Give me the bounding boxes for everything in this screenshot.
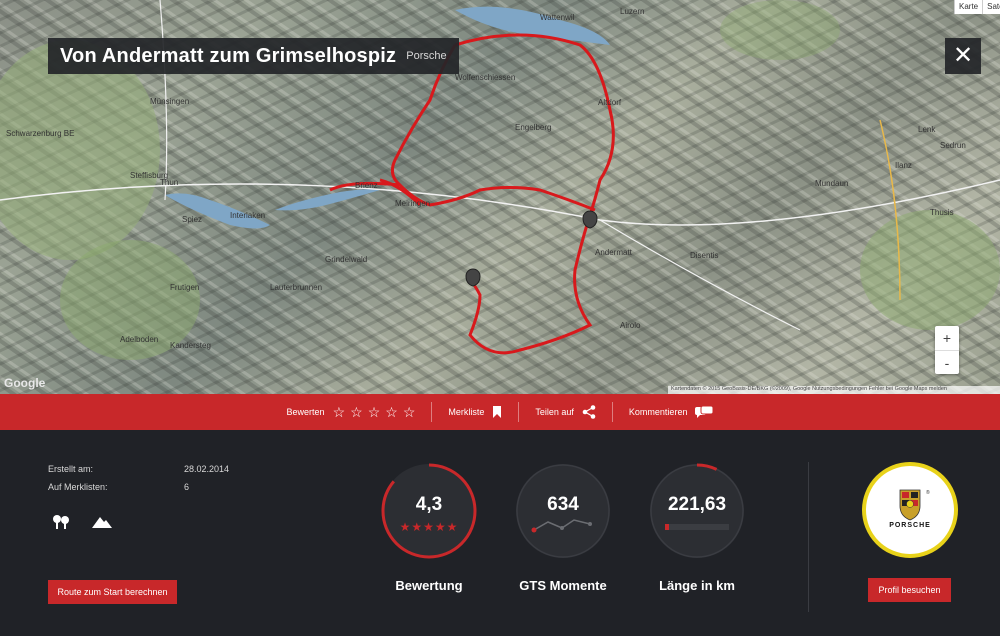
place-label: Kandersteg	[170, 341, 211, 350]
svg-text:®: ®	[926, 489, 930, 496]
place-label: Münsingen	[150, 97, 189, 106]
place-label: Andermatt	[595, 248, 633, 257]
moments-stat: 634 GTS Momente	[514, 462, 612, 593]
route-title-box: Von Andermatt zum Grimselhospiz Porsche	[48, 38, 459, 74]
place-label: Airolo	[620, 321, 641, 330]
rating-label: Bewertung	[395, 578, 463, 593]
google-logo: Google	[4, 376, 46, 390]
bookmark-label: Merkliste	[448, 407, 485, 417]
rating-stars: ★★★★★	[399, 520, 459, 534]
star-icon[interactable]: ☆	[333, 404, 346, 421]
rating-stat: 4,3 ★★★★★ Bewertung	[380, 462, 478, 593]
route-to-start-button[interactable]: Route zum Start berechnen	[48, 580, 177, 604]
place-label: Lauterbrunnen	[270, 283, 322, 292]
length-ring: 221,63	[648, 462, 746, 560]
created-row: Erstellt am: 28.02.2014	[48, 464, 229, 474]
forest-icon	[53, 515, 69, 529]
place-label: Interlaken	[230, 211, 265, 220]
map-type-satellite[interactable]: Satel	[982, 0, 1000, 14]
place-label: Altdorf	[598, 98, 622, 107]
map-attribution[interactable]: Kartendaten © 2015 GeoBasis-DE/BKG (©200…	[668, 386, 1000, 394]
route-type-icons	[52, 514, 112, 530]
route-owner[interactable]: Porsche	[406, 50, 446, 62]
route-title: Von Andermatt zum Grimselhospiz	[60, 44, 397, 67]
place-label: Thusis	[930, 208, 954, 217]
rate-action[interactable]: Bewerten ☆ ☆ ☆ ☆ ☆	[271, 402, 432, 422]
star-icon[interactable]: ☆	[385, 404, 398, 421]
place-label: Sedrun	[940, 141, 966, 150]
place-label: Steffisburg	[130, 171, 168, 180]
bookmarks-value: 6	[184, 482, 190, 492]
place-label: Spiez	[182, 215, 202, 224]
comment-icon	[695, 405, 714, 418]
zoom-control: + -	[935, 326, 959, 374]
place-label: Luzern	[620, 7, 644, 16]
place-label: Lenk	[918, 125, 936, 134]
rate-stars[interactable]: ☆ ☆ ☆ ☆ ☆	[333, 404, 416, 421]
zoom-out-button[interactable]: -	[935, 350, 959, 374]
place-label: Mundaun	[815, 179, 848, 188]
place-label: Engelberg	[515, 123, 551, 132]
porsche-crest-icon: ®	[899, 489, 930, 521]
created-label: Erstellt am:	[48, 464, 94, 474]
share-label: Teilen auf	[535, 407, 574, 417]
created-value: 28.02.2014	[184, 464, 230, 474]
moments-ring: 634	[514, 462, 612, 560]
rating-ring: 4,3 ★★★★★	[380, 462, 478, 560]
place-label: Grindelwald	[325, 255, 367, 264]
visit-profile-button[interactable]: Profil besuchen	[868, 578, 951, 602]
divider	[808, 462, 809, 612]
map-type-map[interactable]: Karte	[954, 0, 982, 14]
route-map[interactable]: Schwarzenburg BE Thun Spiez Interlaken B…	[0, 0, 1000, 394]
comment-label: Kommentieren	[628, 407, 688, 417]
mountain-icon	[92, 517, 112, 528]
action-bar: Bewerten ☆ ☆ ☆ ☆ ☆ Merkliste Teilen auf …	[0, 394, 1000, 430]
place-label: Adelboden	[120, 335, 158, 344]
share-icon	[582, 405, 596, 419]
place-label: Wattenwil	[540, 13, 575, 22]
place-label: Disentis	[690, 251, 718, 260]
length-stat: 221,63 Länge in km	[648, 462, 746, 593]
star-icon[interactable]: ☆	[368, 404, 381, 421]
length-value: 221,63	[667, 494, 727, 515]
length-label: Länge in km	[659, 578, 735, 593]
close-button[interactable]: ✕	[945, 38, 981, 74]
place-label: Meiringen	[395, 199, 430, 208]
place-label: Brienz	[355, 181, 378, 190]
bookmarks-label: Auf Merklisten:	[48, 482, 108, 492]
end-marker-icon	[465, 268, 481, 287]
place-label: Ilanz	[895, 161, 912, 170]
route-detail-page: Schwarzenburg BE Thun Spiez Interlaken B…	[0, 0, 1000, 636]
place-label: Schwarzenburg BE	[6, 129, 74, 138]
comment-action[interactable]: Kommentieren	[611, 402, 730, 422]
porsche-logo-text: PORSCHE	[889, 522, 931, 529]
share-action[interactable]: Teilen auf	[518, 402, 612, 422]
length-progress-bar	[665, 524, 729, 530]
moments-label: GTS Momente	[519, 578, 607, 593]
place-label: Frutigen	[170, 283, 199, 292]
place-label: Wolfenschiessen	[455, 73, 515, 82]
porsche-logo[interactable]: ® PORSCHE	[862, 462, 958, 558]
star-icon[interactable]: ☆	[350, 404, 363, 421]
rating-value: 4,3	[415, 494, 443, 515]
moments-value: 634	[547, 494, 579, 515]
bookmark-icon	[493, 406, 502, 418]
rate-label: Bewerten	[286, 407, 325, 417]
length-progress-fill	[665, 524, 670, 530]
star-icon[interactable]: ☆	[403, 404, 416, 421]
bookmark-action[interactable]: Merkliste	[431, 402, 518, 422]
zoom-in-button[interactable]: +	[935, 326, 959, 350]
bookmarks-row: Auf Merklisten: 6	[48, 482, 189, 492]
route-info-panel: Erstellt am: 28.02.2014 Auf Merklisten: …	[0, 430, 1000, 636]
map-type-switch[interactable]: Karte Satel	[954, 0, 1000, 14]
